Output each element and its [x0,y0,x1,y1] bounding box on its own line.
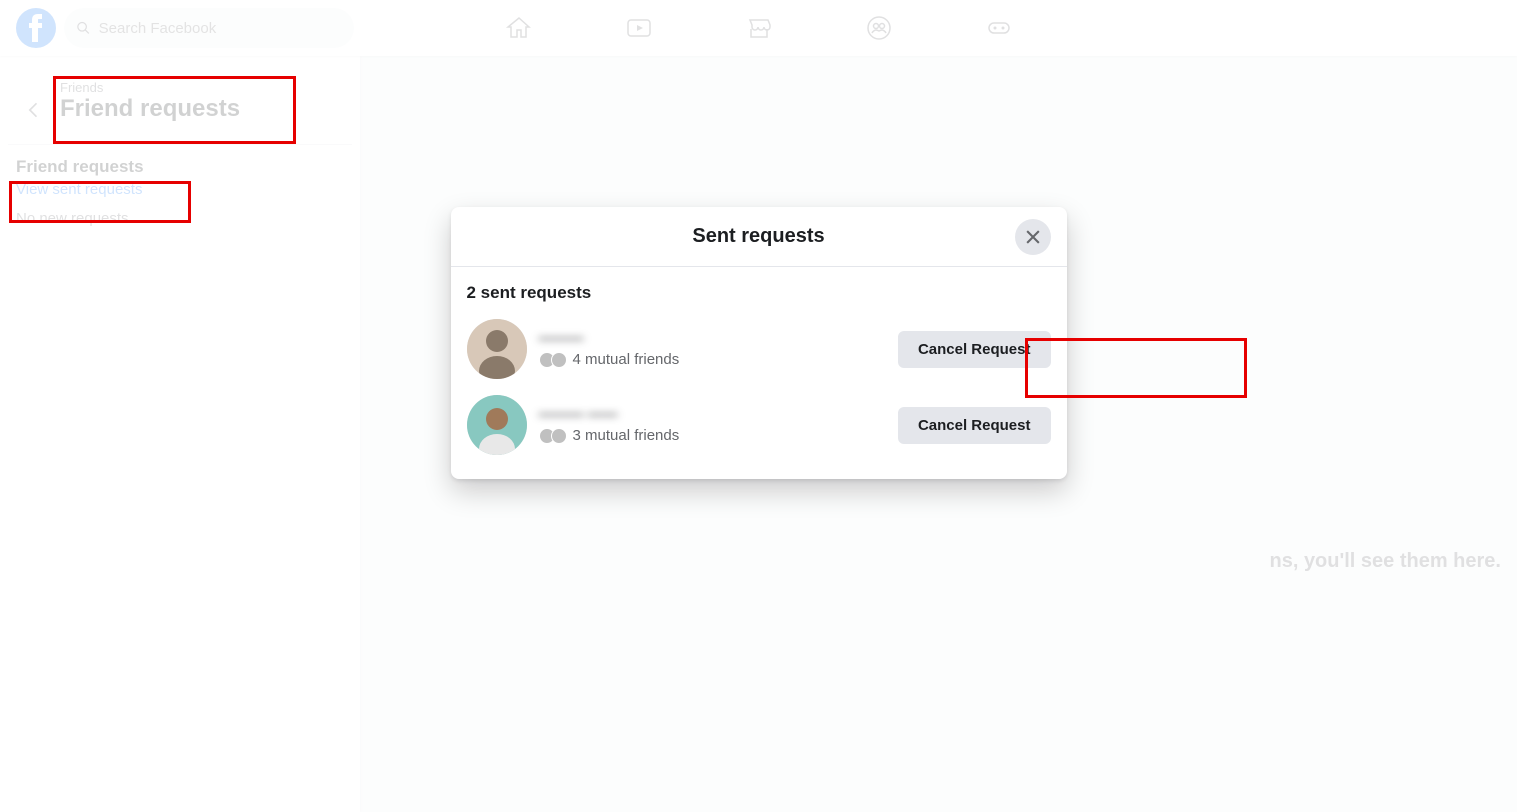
avatar[interactable] [467,319,527,379]
request-row[interactable]: ——— 4 mutual friends Cancel Request [467,311,1051,387]
mini-avatar [551,352,567,368]
close-icon [1023,227,1043,247]
request-row[interactable]: ——— —— 3 mutual friends Cancel Request [467,387,1051,463]
mutual-row: 4 mutual friends [539,351,898,368]
modal-header: Sent requests [451,207,1067,267]
mutual-row: 3 mutual friends [539,427,898,444]
mutual-avatars [539,352,567,368]
modal-body: 2 sent requests ——— 4 mutual friends Can… [451,267,1067,479]
modal-title: Sent requests [692,225,824,248]
avatar[interactable] [467,395,527,455]
request-name[interactable]: ——— —— [539,406,898,423]
cancel-request-button[interactable]: Cancel Request [898,407,1051,444]
mutual-friends-text: 3 mutual friends [573,427,680,444]
mutual-avatars [539,428,567,444]
cancel-request-button[interactable]: Cancel Request [898,331,1051,368]
sent-count-label: 2 sent requests [467,283,1051,303]
request-name[interactable]: ——— [539,330,898,347]
mutual-friends-text: 4 mutual friends [573,351,680,368]
sent-requests-modal: Sent requests 2 sent requests ——— 4 mutu… [451,207,1067,479]
request-info: ——— 4 mutual friends [539,330,898,368]
mini-avatar [551,428,567,444]
request-info: ——— —— 3 mutual friends [539,406,898,444]
close-button[interactable] [1015,219,1051,255]
